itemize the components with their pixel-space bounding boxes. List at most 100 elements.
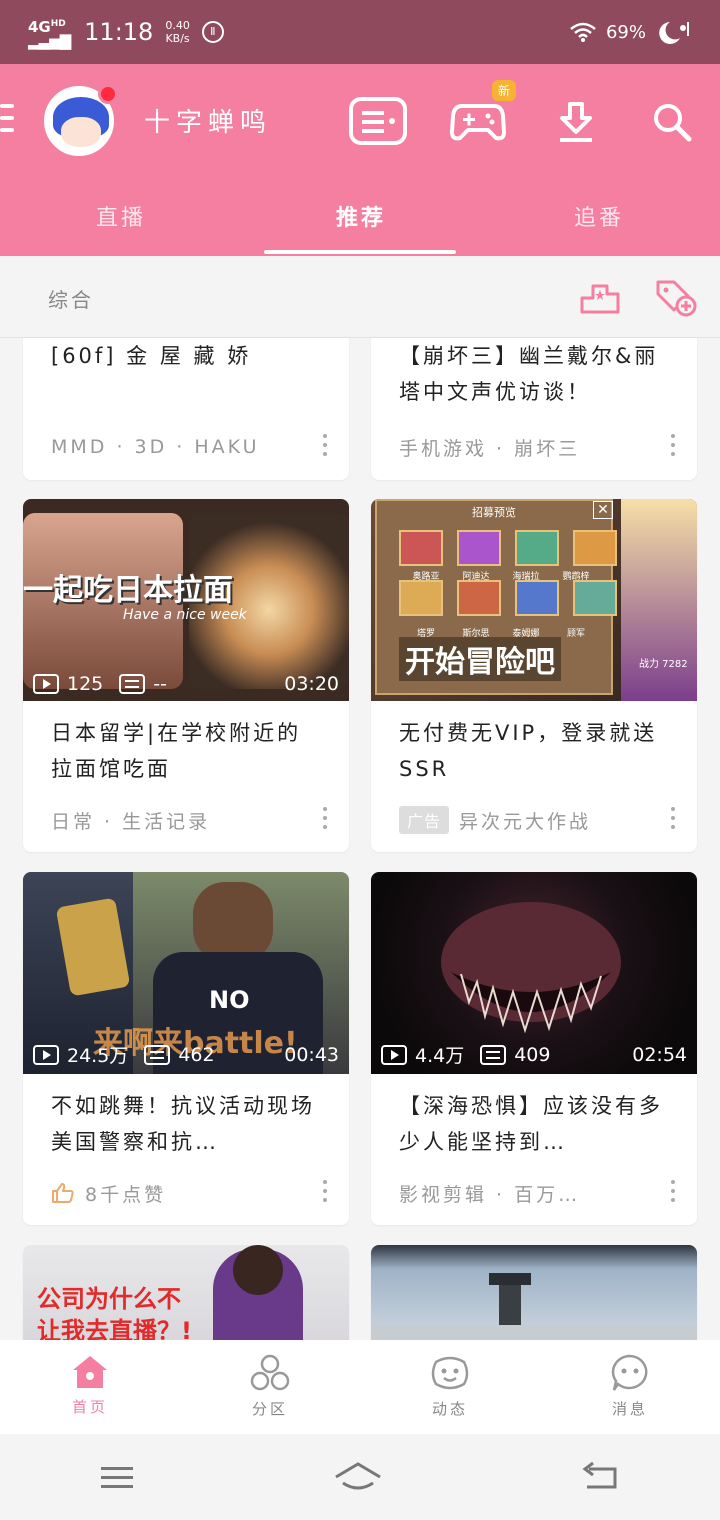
wifi-icon (570, 22, 596, 42)
nav-home[interactable]: 首页 (0, 1340, 180, 1434)
danmaku-count: -- (153, 673, 167, 695)
video-card[interactable]: [60f] 金 屋 藏 娇 MMD · 3D · HAKU (23, 338, 349, 480)
danmaku-icon (119, 674, 146, 694)
ad-title: 无付费无VIP，登录就送SSR (399, 721, 658, 781)
hero-name: 奥路亚 (412, 572, 440, 582)
active-tab-indicator (264, 250, 456, 254)
hero-name: 鹦鹉梓 (562, 572, 590, 582)
video-title: 【深海恐惧】应该没有多少人能坚持到… (399, 1094, 663, 1154)
play-count-icon (33, 674, 59, 694)
gamepad-icon[interactable] (448, 94, 508, 150)
video-feed: [60f] 金 屋 藏 娇 MMD · 3D · HAKU 【崩坏三】幽兰戴尔&… (0, 338, 720, 1340)
system-navigation-bar (0, 1434, 720, 1520)
video-card[interactable]: 公司为什么不让我去直播？! (23, 1245, 349, 1340)
nav-dynamics[interactable]: 动态 (360, 1340, 540, 1434)
ad-card[interactable]: 招募预览 奥路亚 阿迪达 海瑞拉 鹦鹉梓 塔罗 斯尔思 泰姆娜 顾军 ✕ 战力 7282 开… (371, 499, 697, 852)
video-card[interactable]: 4.4万 409 02:54 【深海恐惧】应该没有多少人能坚持到… 影视剪辑 ·… (371, 872, 697, 1225)
notification-dot (98, 84, 118, 104)
add-tag-icon[interactable] (654, 278, 698, 318)
hero-name: 海瑞拉 (512, 572, 540, 582)
thumbnail-caption: 一起吃日本拉面 (23, 573, 233, 608)
shirt-text: NO (209, 986, 250, 1014)
nav-messages-label: 消息 (611, 1400, 648, 1418)
video-title: 【崩坏三】幽兰戴尔&丽塔中文声优访谈！ (399, 344, 659, 402)
ranking-icon[interactable] (580, 280, 620, 314)
video-meta-text: 日常 · 生活记录 (51, 810, 211, 833)
video-thumbnail[interactable] (371, 1245, 697, 1340)
menu-icon[interactable] (0, 104, 14, 136)
power-label: 战力 7282 (639, 659, 688, 670)
status-bar: 4GHD ▂▃▅▇ 11:18 0.40 KB/s Ⅱ 69% (0, 0, 720, 64)
top-header: 十字蝉鸣 新 直播 推荐 追番 (0, 64, 720, 256)
nav-home-label: 首页 (71, 1398, 108, 1416)
nav-dynamics-label: 动态 (431, 1400, 468, 1418)
video-card[interactable]: 【崩坏三】幽兰戴尔&丽塔中文声优访谈！ 手机游戏 · 崩坏三 (371, 338, 697, 480)
more-options-icon[interactable] (671, 1180, 675, 1202)
video-meta-text: 手机游戏 · 崩坏三 (399, 437, 581, 460)
home-icon (73, 1356, 107, 1388)
thumbs-up-icon (52, 1183, 74, 1203)
video-meta-text: 影视剪辑 · 百万… (399, 1183, 581, 1206)
video-stats: 24.5万 462 00:43 (33, 1041, 339, 1068)
history-list-icon[interactable] (348, 94, 408, 150)
danmaku-count: 462 (178, 1043, 215, 1066)
tab-recommend[interactable]: 推荐 (336, 200, 386, 232)
video-card[interactable]: NO 来啊来battle! 24.5万 462 00:43 不如跳舞！抗议活动现… (23, 872, 349, 1225)
more-options-icon[interactable] (323, 807, 327, 829)
app-notification-icon: Ⅱ (201, 21, 224, 43)
more-options-icon[interactable] (671, 434, 675, 456)
video-meta: 8千点赞 (23, 1160, 349, 1225)
thumbnail-caption: 公司为什么不让我去直播？! (37, 1285, 192, 1340)
more-options-icon[interactable] (323, 434, 327, 456)
recent-apps-icon[interactable] (99, 1463, 135, 1491)
video-meta: MMD · 3D · HAKU (23, 414, 349, 480)
video-thumbnail[interactable]: 一起吃日本拉面 Have a nice week 125 -- 03:20 (23, 499, 349, 701)
play-count-icon (381, 1044, 407, 1065)
video-card[interactable]: 一起吃日本拉面 Have a nice week 125 -- 03:20 日本… (23, 499, 349, 852)
home-button-icon[interactable] (333, 1461, 383, 1493)
network-indicator: 4GHD ▂▃▅▇ (28, 17, 71, 50)
ad-badge: 广告 (399, 806, 450, 834)
ad-caption: 开始冒险吧 (399, 637, 561, 681)
network-speed: 0.40 KB/s (165, 19, 190, 45)
ad-meta-text: 异次元大作战 (459, 810, 592, 833)
video-meta-text: MMD · 3D · HAKU (51, 436, 260, 458)
search-icon[interactable] (642, 94, 702, 150)
nav-messages[interactable]: 消息 (540, 1340, 720, 1434)
video-meta: 日常 · 生活记录 (23, 787, 349, 852)
category-bar: 综合 (0, 256, 720, 338)
category-label[interactable]: 综合 (48, 284, 94, 313)
video-thumbnail[interactable]: 公司为什么不让我去直播？! (23, 1245, 349, 1340)
play-count: 4.4万 (415, 1045, 465, 1067)
video-card[interactable] (371, 1245, 697, 1340)
dynamics-icon (431, 1356, 469, 1390)
username[interactable]: 十字蝉鸣 (144, 102, 272, 139)
danmaku-count: 409 (514, 1043, 551, 1066)
bottom-navigation: 首页 分区 动态 消息 (0, 1340, 720, 1434)
tab-anime[interactable]: 追番 (574, 200, 624, 232)
message-icon (611, 1354, 648, 1391)
nav-channels[interactable]: 分区 (180, 1340, 360, 1434)
danmaku-icon (144, 1044, 171, 1065)
video-thumbnail[interactable]: NO 来啊来battle! 24.5万 462 00:43 (23, 872, 349, 1074)
download-icon[interactable] (546, 94, 606, 150)
like-count: 8千点赞 (85, 1183, 167, 1206)
ad-thumbnail[interactable]: 招募预览 奥路亚 阿迪达 海瑞拉 鹦鹉梓 塔罗 斯尔思 泰姆娜 顾军 ✕ 战力 7282 开… (371, 499, 697, 701)
recruit-preview-title: 招募预览 (472, 506, 516, 519)
tab-live[interactable]: 直播 (96, 200, 146, 232)
battery-level: 69% (605, 21, 646, 43)
ad-meta: 广告 异次元大作战 (371, 787, 697, 852)
more-options-icon[interactable] (671, 807, 675, 829)
hero-name: 阿迪达 (462, 572, 490, 582)
video-duration: 03:20 (284, 673, 339, 695)
play-count: 24.5万 (67, 1045, 129, 1067)
clock: 11:18 (84, 18, 154, 46)
back-icon[interactable] (581, 1461, 621, 1493)
video-thumbnail[interactable]: 4.4万 409 02:54 (371, 872, 697, 1074)
channels-icon (250, 1354, 290, 1391)
more-options-icon[interactable] (323, 1180, 327, 1202)
video-stats: 125 -- 03:20 (33, 673, 339, 695)
video-meta: 手机游戏 · 崩坏三 (371, 414, 697, 480)
video-duration: 00:43 (284, 1043, 339, 1066)
video-stats: 4.4万 409 02:54 (381, 1041, 687, 1068)
